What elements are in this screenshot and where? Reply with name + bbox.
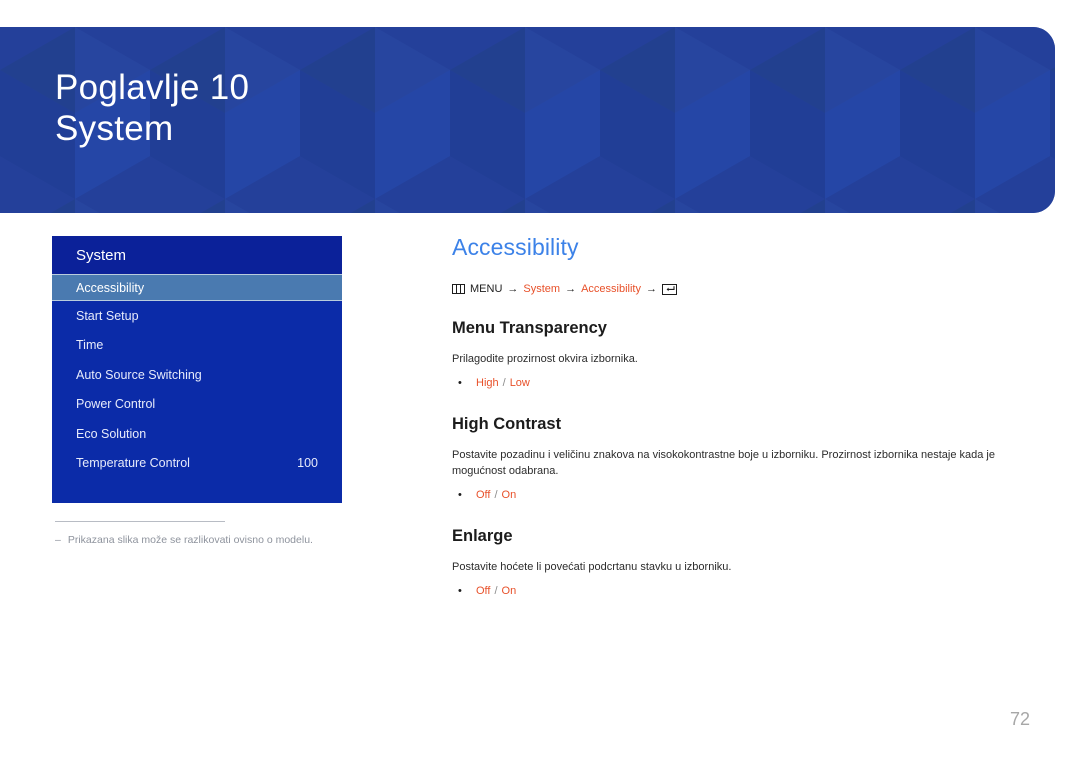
section-menu-transparency: Menu Transparency Prilagodite prozirnost… [452,319,1012,389]
osd-item-accessibility[interactable]: Accessibility [52,274,342,301]
section-heading: High Contrast [452,414,562,433]
section-high-contrast: High Contrast Postavite pozadinu i velič… [452,415,1012,501]
osd-item-power-control[interactable]: Power Control [52,390,342,420]
osd-item-time[interactable]: Time [52,331,342,361]
osd-menu-panel: System Accessibility Start Setup Time Au… [52,236,342,503]
option-value-off: Off [476,488,491,501]
page-number: 72 [1009,709,1030,729]
osd-menu-list: Accessibility Start Setup Time Auto Sour… [52,274,342,478]
osd-item-value: 100 [297,456,318,471]
option-separator: / [502,376,506,389]
footnote-row: – Prikazana slika može se razlikovati ov… [55,533,355,547]
option-list: • Off / On [452,585,1012,597]
section-heading: Menu Transparency [452,319,607,337]
option-value-on: On [501,488,517,501]
option-item: • Off / On [452,585,1012,597]
footnote: – Prikazana slika može se razlikovati ov… [55,521,355,547]
breadcrumb: MENU → System → Accessibility → [452,283,1012,295]
breadcrumb-step-system: System [523,283,561,295]
osd-item-temperature-control[interactable]: Temperature Control 100 [52,449,342,479]
bullet-icon: • [458,376,462,389]
osd-item-label: Power Control [76,397,156,412]
osd-item-label: Start Setup [76,308,139,323]
chapter-number: Poglavlje 10 [55,68,250,107]
osd-item-label: Accessibility [76,280,145,295]
option-item: • Off / On [452,489,1012,501]
chapter-title: System [55,109,174,149]
option-item: • High / Low [452,377,1012,389]
breadcrumb-arrow: → [565,283,577,295]
option-value-off: Off [476,584,491,597]
bullet-icon: • [458,584,462,597]
footnote-dash: – [55,534,61,546]
osd-item-label: Time [76,338,104,353]
option-separator: / [494,584,498,597]
option-value-high: High [476,376,499,389]
option-separator: / [494,488,498,501]
menu-grid-icon [452,284,465,294]
osd-item-auto-source-switching[interactable]: Auto Source Switching [52,360,342,390]
chapter-heading: Poglavlje 10 System [55,67,249,150]
osd-item-label: Auto Source Switching [76,367,202,382]
osd-panel-header: System [52,236,342,274]
option-value-on: On [501,584,517,597]
footnote-divider [55,521,225,522]
osd-header-title: System [76,246,127,264]
option-list: • Off / On [452,489,1012,501]
option-list: • High / Low [452,377,1012,389]
section-heading: Enlarge [452,526,513,545]
chapter-banner: Poglavlje 10 System [0,27,1055,213]
page-title: Accessibility [452,234,579,260]
option-value-low: Low [509,376,530,389]
main-content: Accessibility MENU → System → Accessibil… [452,234,1012,623]
breadcrumb-menu-label: MENU [470,283,503,295]
osd-item-label: Eco Solution [76,426,147,441]
bullet-icon: • [458,488,462,501]
breadcrumb-arrow: → [507,283,519,295]
section-description: Prilagodite prozirnost okvira izbornika. [452,353,638,365]
osd-item-eco-solution[interactable]: Eco Solution [52,419,342,449]
section-enlarge: Enlarge Postavite hoćete li povećati pod… [452,527,1012,597]
breadcrumb-step-accessibility: Accessibility [581,283,641,295]
footnote-text: Prikazana slika može se razlikovati ovis… [67,534,313,546]
breadcrumb-arrow: → [645,283,657,295]
section-description: Postavite pozadinu i veličinu znakova na… [452,448,995,477]
enter-key-icon [661,283,677,295]
section-description: Postavite hoćete li povećati podcrtanu s… [452,560,732,573]
osd-item-start-setup[interactable]: Start Setup [52,301,342,331]
osd-item-label: Temperature Control [76,456,190,471]
